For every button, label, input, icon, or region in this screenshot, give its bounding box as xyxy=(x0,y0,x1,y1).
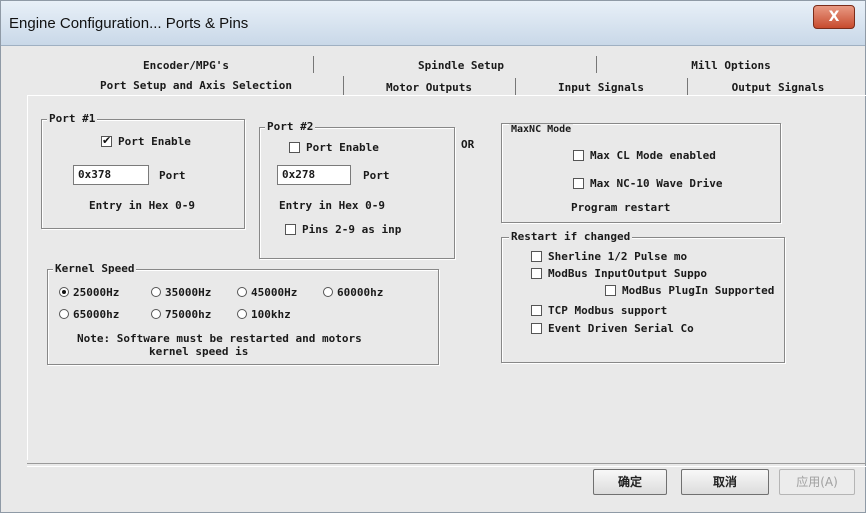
checkbox-unchecked-icon[interactable] xyxy=(531,323,542,334)
port1-enable-label: Port Enable xyxy=(118,135,191,148)
tab-spindle-setup[interactable]: Spindle Setup xyxy=(331,56,591,75)
kernel-65000-label: 65000hz xyxy=(73,308,120,321)
port1-enable-checkbox[interactable]: Port Enable xyxy=(101,134,191,148)
port1-address-input[interactable]: 0x378 xyxy=(73,165,149,185)
radio-unselected-icon[interactable] xyxy=(237,287,247,297)
tab-encoder-mpg[interactable]: Encoder/MPG's xyxy=(61,56,311,75)
kernel-45000-label: 45000Hz xyxy=(251,286,298,299)
modbus-io-checkbox[interactable]: ModBus InputOutput Suppo xyxy=(531,267,707,280)
radio-unselected-icon[interactable] xyxy=(151,309,161,319)
window-title: Engine Configuration... Ports & Pins xyxy=(9,15,249,32)
port2-pins-label: Pins 2-9 as inp xyxy=(302,223,402,236)
kernel-100k-radio[interactable]: 100khz xyxy=(237,308,291,321)
tab-divider xyxy=(313,56,314,73)
kernel-35000-radio[interactable]: 35000Hz xyxy=(151,286,211,299)
kernel-100k-label: 100khz xyxy=(251,308,291,321)
modbus-plugin-checkbox[interactable]: ModBus PlugIn Supported xyxy=(605,284,774,297)
checkbox-unchecked-icon[interactable] xyxy=(573,178,584,189)
close-button[interactable]: X xyxy=(813,5,855,29)
kernel-75000-label: 75000hz xyxy=(165,308,212,321)
kernel-35000-label: 35000Hz xyxy=(165,286,212,299)
checkbox-unchecked-icon[interactable] xyxy=(605,285,616,296)
checkbox-unchecked-icon[interactable] xyxy=(285,224,296,235)
event-driven-serial-checkbox[interactable]: Event Driven Serial Co xyxy=(531,322,694,335)
bottom-divider xyxy=(27,463,866,467)
tab-divider xyxy=(343,76,344,95)
port1-hint: Entry in Hex 0-9 xyxy=(89,199,195,212)
kernel-60000-label: 60000hz xyxy=(337,286,384,299)
sherline-pulse-checkbox[interactable]: Sherline 1/2 Pulse mo xyxy=(531,250,687,263)
kernel-25000-radio[interactable]: 25000Hz xyxy=(59,286,119,299)
engine-config-window: Engine Configuration... Ports & Pins X E… xyxy=(0,0,866,513)
tab-port-setup[interactable]: Port Setup and Axis Selection xyxy=(56,76,336,95)
kernel-60000-radio[interactable]: 60000hz xyxy=(323,286,383,299)
radio-unselected-icon[interactable] xyxy=(237,309,247,319)
kernel-speed-title: Kernel Speed xyxy=(53,262,137,275)
max-nc10-wave-checkbox[interactable]: Max NC-10 Wave Drive xyxy=(573,177,722,190)
port1-title: Port #1 xyxy=(47,112,98,125)
checkbox-unchecked-icon[interactable] xyxy=(531,251,542,262)
checkbox-unchecked-icon[interactable] xyxy=(531,305,542,316)
max-cl-mode-checkbox[interactable]: Max CL Mode enabled xyxy=(573,149,716,162)
tab-mill-options[interactable]: Mill Options xyxy=(606,56,856,75)
modbus-plugin-label: ModBus PlugIn Supported xyxy=(622,284,775,297)
kernel-75000-radio[interactable]: 75000hz xyxy=(151,308,211,321)
kernel-25000-label: 25000Hz xyxy=(73,286,120,299)
port2-pins-checkbox[interactable]: Pins 2-9 as inp xyxy=(285,223,401,236)
radio-selected-icon[interactable] xyxy=(59,287,69,297)
port1-port-label: Port xyxy=(159,169,186,182)
max-cl-mode-label: Max CL Mode enabled xyxy=(590,149,716,162)
checkbox-unchecked-icon[interactable] xyxy=(531,268,542,279)
restart-title: Restart if changed xyxy=(509,230,633,243)
title-bar[interactable]: Engine Configuration... Ports & Pins X xyxy=(1,1,865,46)
tab-divider xyxy=(596,56,597,73)
maxnc-program-restart-note: Program restart xyxy=(571,201,671,214)
checkbox-unchecked-icon[interactable] xyxy=(573,150,584,161)
or-label: OR xyxy=(461,138,475,151)
ok-button[interactable]: 确定 xyxy=(593,469,667,495)
modbus-io-label: ModBus InputOutput Suppo xyxy=(548,267,707,280)
radio-unselected-icon[interactable] xyxy=(151,287,161,297)
checkbox-unchecked-icon[interactable] xyxy=(289,142,300,153)
maxnc-title: MaxNC Mode xyxy=(509,124,574,135)
port2-address-input[interactable]: 0x278 xyxy=(277,165,351,185)
tcp-modbus-label: TCP Modbus support xyxy=(548,304,668,317)
port2-title: Port #2 xyxy=(265,120,316,133)
port2-enable-label: Port Enable xyxy=(306,141,379,154)
kernel-45000-radio[interactable]: 45000Hz xyxy=(237,286,297,299)
sherline-pulse-label: Sherline 1/2 Pulse mo xyxy=(548,250,688,263)
port2-hint: Entry in Hex 0-9 xyxy=(279,199,385,212)
checkbox-checked-icon[interactable] xyxy=(101,134,112,147)
cancel-button[interactable]: 取消 xyxy=(681,469,769,495)
apply-button[interactable]: 应用(A) xyxy=(779,469,855,495)
port2-port-label: Port xyxy=(363,169,390,182)
tcp-modbus-checkbox[interactable]: TCP Modbus support xyxy=(531,304,667,317)
event-driven-serial-label: Event Driven Serial Co xyxy=(548,322,694,335)
tab-divider xyxy=(515,78,516,95)
tab-divider xyxy=(687,78,688,95)
kernel-note-line2: kernel speed is xyxy=(149,345,249,358)
max-nc10-wave-label: Max NC-10 Wave Drive xyxy=(590,177,723,190)
port2-enable-checkbox[interactable]: Port Enable xyxy=(289,141,379,154)
kernel-65000-radio[interactable]: 65000hz xyxy=(59,308,119,321)
kernel-note-line1: Note: Software must be restarted and mot… xyxy=(77,332,362,345)
radio-unselected-icon[interactable] xyxy=(323,287,333,297)
radio-unselected-icon[interactable] xyxy=(59,309,69,319)
